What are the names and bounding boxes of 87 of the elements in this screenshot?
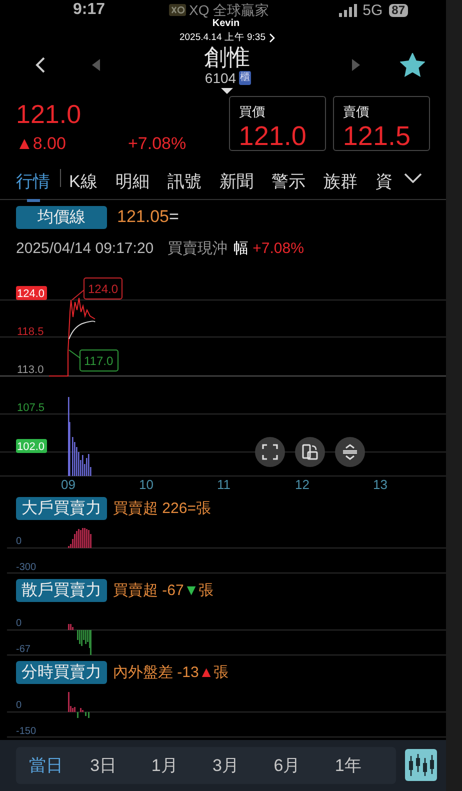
back-icon[interactable] [35,57,46,73]
indicator-tag: 散戶買賣力 [16,578,107,602]
axis-label: 107.5 [17,402,45,414]
rotate-screen-button[interactable] [295,436,325,466]
previous-icon[interactable] [92,59,100,71]
price-label: 賣價 [342,102,369,120]
tab[interactable]: 訊號 [167,158,202,202]
range-label: 幅 [234,239,249,258]
time-label: 10 [139,476,154,492]
quote-datetime: 2025/04/14 09:17:20 [16,240,154,257]
range-value: +7.08% [252,240,304,257]
bar-chart-drawing [68,528,92,548]
range-tab[interactable]: 6月 [274,754,335,777]
fullscreen-icon [261,442,279,460]
unit-label: 張 [196,498,211,518]
average-line-button[interactable]: 均價線 [16,206,107,228]
price-callout: 117.0 [68,349,118,371]
time-label: 13 [373,476,388,492]
resize-button[interactable] [335,436,365,466]
battery-level: 87 [388,4,408,16]
app-logo-icon [169,4,186,16]
axis-label: 102.0 [16,438,47,452]
trade-type: 買賣現沖 [168,239,228,258]
chart-type-button[interactable] [405,749,437,782]
tab[interactable]: 新聞 [219,158,254,202]
dropdown-icon[interactable] [221,88,233,94]
range-tab[interactable]: 1月 [151,754,213,777]
resize-icon [341,442,359,460]
price-value: 121.0 [238,120,306,150]
axis-label: 0 [16,536,22,546]
time-label: 12 [295,476,310,492]
last-price: 121.0 [16,98,82,128]
rotate-screen-icon [301,442,319,460]
network-label: 5G [362,2,383,18]
market-badge: 櫃 [239,71,252,85]
indicator-tag: 大戶買賣力 [16,496,107,520]
range-tab[interactable]: 3日 [90,754,152,777]
price-label: 買價 [238,102,265,120]
range-tab[interactable]: 1年 [334,754,396,777]
trend-sign: ▲ [198,664,214,680]
range-tab[interactable]: 當日 [29,754,90,777]
axis-label: -67 [16,644,30,654]
price-change: ▲8.00 [16,134,67,154]
tab[interactable]: 族群 [323,158,358,202]
trend-sign: = [169,207,179,227]
change-percent: +7.08% [128,134,186,154]
unit-label: 張 [214,662,229,682]
unit-label: 張 [198,580,214,600]
app-name: XQ 全球贏家 [189,2,270,18]
bar-chart-drawing [68,624,92,654]
tab[interactable]: K線 [69,158,98,202]
tab[interactable]: 警示 [271,158,306,202]
user-name: Kevin [212,18,240,29]
tab[interactable]: 明細 [115,158,150,202]
time-label: 11 [217,476,230,492]
clock-time: 9:17 [72,1,105,19]
notification-time: 2025.4.14 上午 9:35 [179,31,266,44]
stock-name: 創惟 [204,44,250,70]
signal-icon [338,4,357,16]
axis-label: -300 [16,562,36,572]
indicator-value: 買賣超 -67 [113,580,184,600]
tab[interactable]: 資 [375,158,392,202]
axis-label: 0 [16,618,22,628]
axis-label: -150 [16,726,36,736]
axis-label: 0 [16,700,22,710]
indicator-value: 買賣超 226 [113,498,188,518]
chevron-right-icon[interactable] [268,32,275,42]
axis-label: 113.0 [17,364,44,376]
price-value: 121.5 [342,120,410,150]
expand-icon[interactable] [404,173,422,183]
range-tab[interactable]: 3月 [212,754,274,777]
time-label: 09 [61,476,76,492]
indicator-value: 內外盤差 -13 [113,662,199,682]
next-icon[interactable] [352,59,360,71]
average-price: 121.05 [117,207,169,227]
candlestick-icon [407,752,435,778]
price-callout: 124.0 [72,277,122,300]
trend-sign: = [187,500,196,516]
fullscreen-button[interactable] [255,436,285,466]
indicator-tag: 分時買賣力 [16,660,107,684]
average-line [68,320,96,339]
stock-code: 6104 [204,70,236,86]
bar-chart-drawing [68,692,90,718]
axis-label: 124.0 [16,286,47,300]
axis-label: 118.5 [17,326,44,338]
star-icon[interactable] [400,53,425,77]
trend-sign: ▼ [184,582,199,598]
